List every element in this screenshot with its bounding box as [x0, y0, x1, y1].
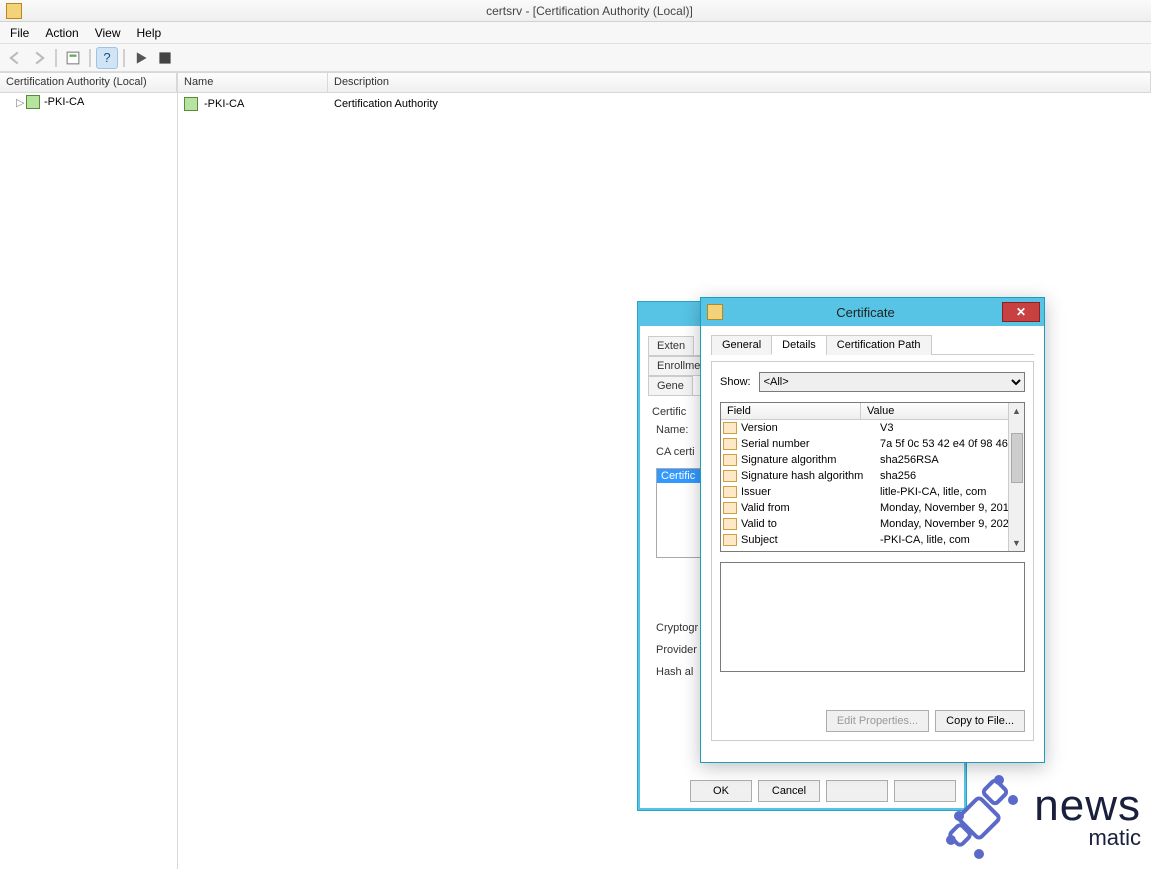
- cert-field-row[interactable]: Valid toMonday, November 9, 2020 3:...: [721, 516, 1024, 532]
- col-name[interactable]: Name: [178, 73, 328, 92]
- cert-tab-details[interactable]: Details: [771, 335, 827, 355]
- field-name: Valid to: [741, 516, 876, 532]
- cert-field-row[interactable]: Valid fromMonday, November 9, 2015 3:...: [721, 500, 1024, 516]
- ca-icon: [184, 97, 198, 111]
- toolbar-separator: [89, 49, 91, 67]
- cell-name: -PKI-CA: [204, 98, 244, 110]
- field-icon: [723, 486, 737, 498]
- cert-field-row[interactable]: Issuerlitle-PKI-CA, litle, com: [721, 484, 1024, 500]
- field-value: 7a 5f 0c 53 42 e4 0f 98 46 8b ...: [876, 436, 1022, 452]
- certificate-title: Certificate: [729, 305, 1002, 320]
- fields-scrollbar[interactable]: ▲ ▼: [1008, 403, 1024, 551]
- field-value-textarea[interactable]: [720, 562, 1025, 672]
- window-title: certsrv - [Certification Authority (Loca…: [28, 4, 1151, 18]
- forward-button[interactable]: [28, 47, 50, 69]
- field-name: Valid from: [741, 500, 876, 516]
- toolbar: ?: [0, 44, 1151, 72]
- edit-properties-button: Edit Properties...: [826, 710, 929, 732]
- cert-tab-general[interactable]: General: [711, 335, 772, 355]
- cert-tab-path[interactable]: Certification Path: [826, 335, 932, 355]
- col-description[interactable]: Description: [328, 73, 1151, 92]
- cell-description: Certification Authority: [334, 98, 438, 110]
- tree-pane: Certification Authority (Local) ▷ -PKI-C…: [0, 72, 178, 869]
- cancel-button[interactable]: Cancel: [758, 780, 820, 802]
- back-button[interactable]: [4, 47, 26, 69]
- menu-help[interactable]: Help: [129, 24, 170, 42]
- cert-field-row[interactable]: Subject-PKI-CA, litle, com: [721, 532, 1024, 548]
- menu-bar: File Action View Help: [0, 22, 1151, 44]
- field-column-header[interactable]: Field: [721, 403, 861, 419]
- help-dialog-button[interactable]: [894, 780, 956, 802]
- play-button[interactable]: [130, 47, 152, 69]
- tree-node-ca[interactable]: ▷ -PKI-CA: [0, 93, 177, 111]
- ok-button[interactable]: OK: [690, 780, 752, 802]
- toolbar-separator: [123, 49, 125, 67]
- field-name: Issuer: [741, 484, 876, 500]
- field-icon: [723, 502, 737, 514]
- show-dropdown[interactable]: <All>: [759, 372, 1025, 392]
- field-value: sha256: [876, 468, 1022, 484]
- field-icon: [723, 438, 737, 450]
- field-name: Version: [741, 420, 876, 436]
- field-value: Monday, November 9, 2020 3:...: [876, 516, 1022, 532]
- field-icon: [723, 422, 737, 434]
- close-button[interactable]: ✕: [1002, 302, 1040, 322]
- field-name: Signature algorithm: [741, 452, 876, 468]
- cert-field-row[interactable]: Signature algorithmsha256RSA: [721, 452, 1024, 468]
- field-name: Signature hash algorithm: [741, 468, 876, 484]
- menu-file[interactable]: File: [2, 24, 37, 42]
- tree-ca-icon: [26, 95, 40, 109]
- tree-expander-icon[interactable]: ▷: [16, 96, 26, 109]
- window-titlebar: certsrv - [Certification Authority (Loca…: [0, 0, 1151, 22]
- field-icon: [723, 534, 737, 546]
- details-tab-page: Show: <All> Field Value VersionV3Serial …: [711, 361, 1034, 741]
- properties-button[interactable]: [62, 47, 84, 69]
- menu-action[interactable]: Action: [37, 24, 86, 42]
- certificate-icon: [707, 304, 723, 320]
- field-value: litle-PKI-CA, litle, com: [876, 484, 1022, 500]
- scroll-thumb[interactable]: [1011, 433, 1023, 483]
- field-icon: [723, 470, 737, 482]
- stop-button[interactable]: [154, 47, 176, 69]
- field-name: Serial number: [741, 436, 876, 452]
- app-icon: [6, 3, 22, 19]
- menu-view[interactable]: View: [87, 24, 129, 42]
- help-button[interactable]: ?: [96, 47, 118, 69]
- scroll-down-icon[interactable]: ▼: [1009, 535, 1024, 551]
- certificate-fields-grid[interactable]: Field Value VersionV3Serial number7a 5f …: [720, 402, 1025, 552]
- properties-tab-general[interactable]: Gene: [648, 376, 693, 395]
- properties-tab-extensions[interactable]: Exten: [648, 336, 694, 355]
- list-row[interactable]: -PKI-CA Certification Authority: [178, 93, 1151, 115]
- field-name: Subject: [741, 532, 876, 548]
- toolbar-separator: [55, 49, 57, 67]
- cert-field-row[interactable]: Serial number7a 5f 0c 53 42 e4 0f 98 46 …: [721, 436, 1024, 452]
- cert-field-row[interactable]: VersionV3: [721, 420, 1024, 436]
- field-value: -PKI-CA, litle, com: [876, 532, 1022, 548]
- cert-field-row[interactable]: Signature hash algorithmsha256: [721, 468, 1024, 484]
- scroll-up-icon[interactable]: ▲: [1009, 403, 1024, 419]
- apply-button[interactable]: [826, 780, 888, 802]
- field-value: V3: [876, 420, 1022, 436]
- show-label: Show:: [720, 376, 751, 388]
- field-value: Monday, November 9, 2015 3:...: [876, 500, 1022, 516]
- field-value: sha256RSA: [876, 452, 1022, 468]
- copy-to-file-button[interactable]: Copy to File...: [935, 710, 1025, 732]
- tree-header: Certification Authority (Local): [0, 73, 177, 92]
- tree-node-label: -PKI-CA: [44, 96, 84, 108]
- certificate-dialog: Certificate ✕ General Details Certificat…: [700, 297, 1045, 763]
- value-column-header[interactable]: Value: [861, 403, 1024, 419]
- certificate-titlebar[interactable]: Certificate ✕: [701, 298, 1044, 326]
- field-icon: [723, 518, 737, 530]
- field-icon: [723, 454, 737, 466]
